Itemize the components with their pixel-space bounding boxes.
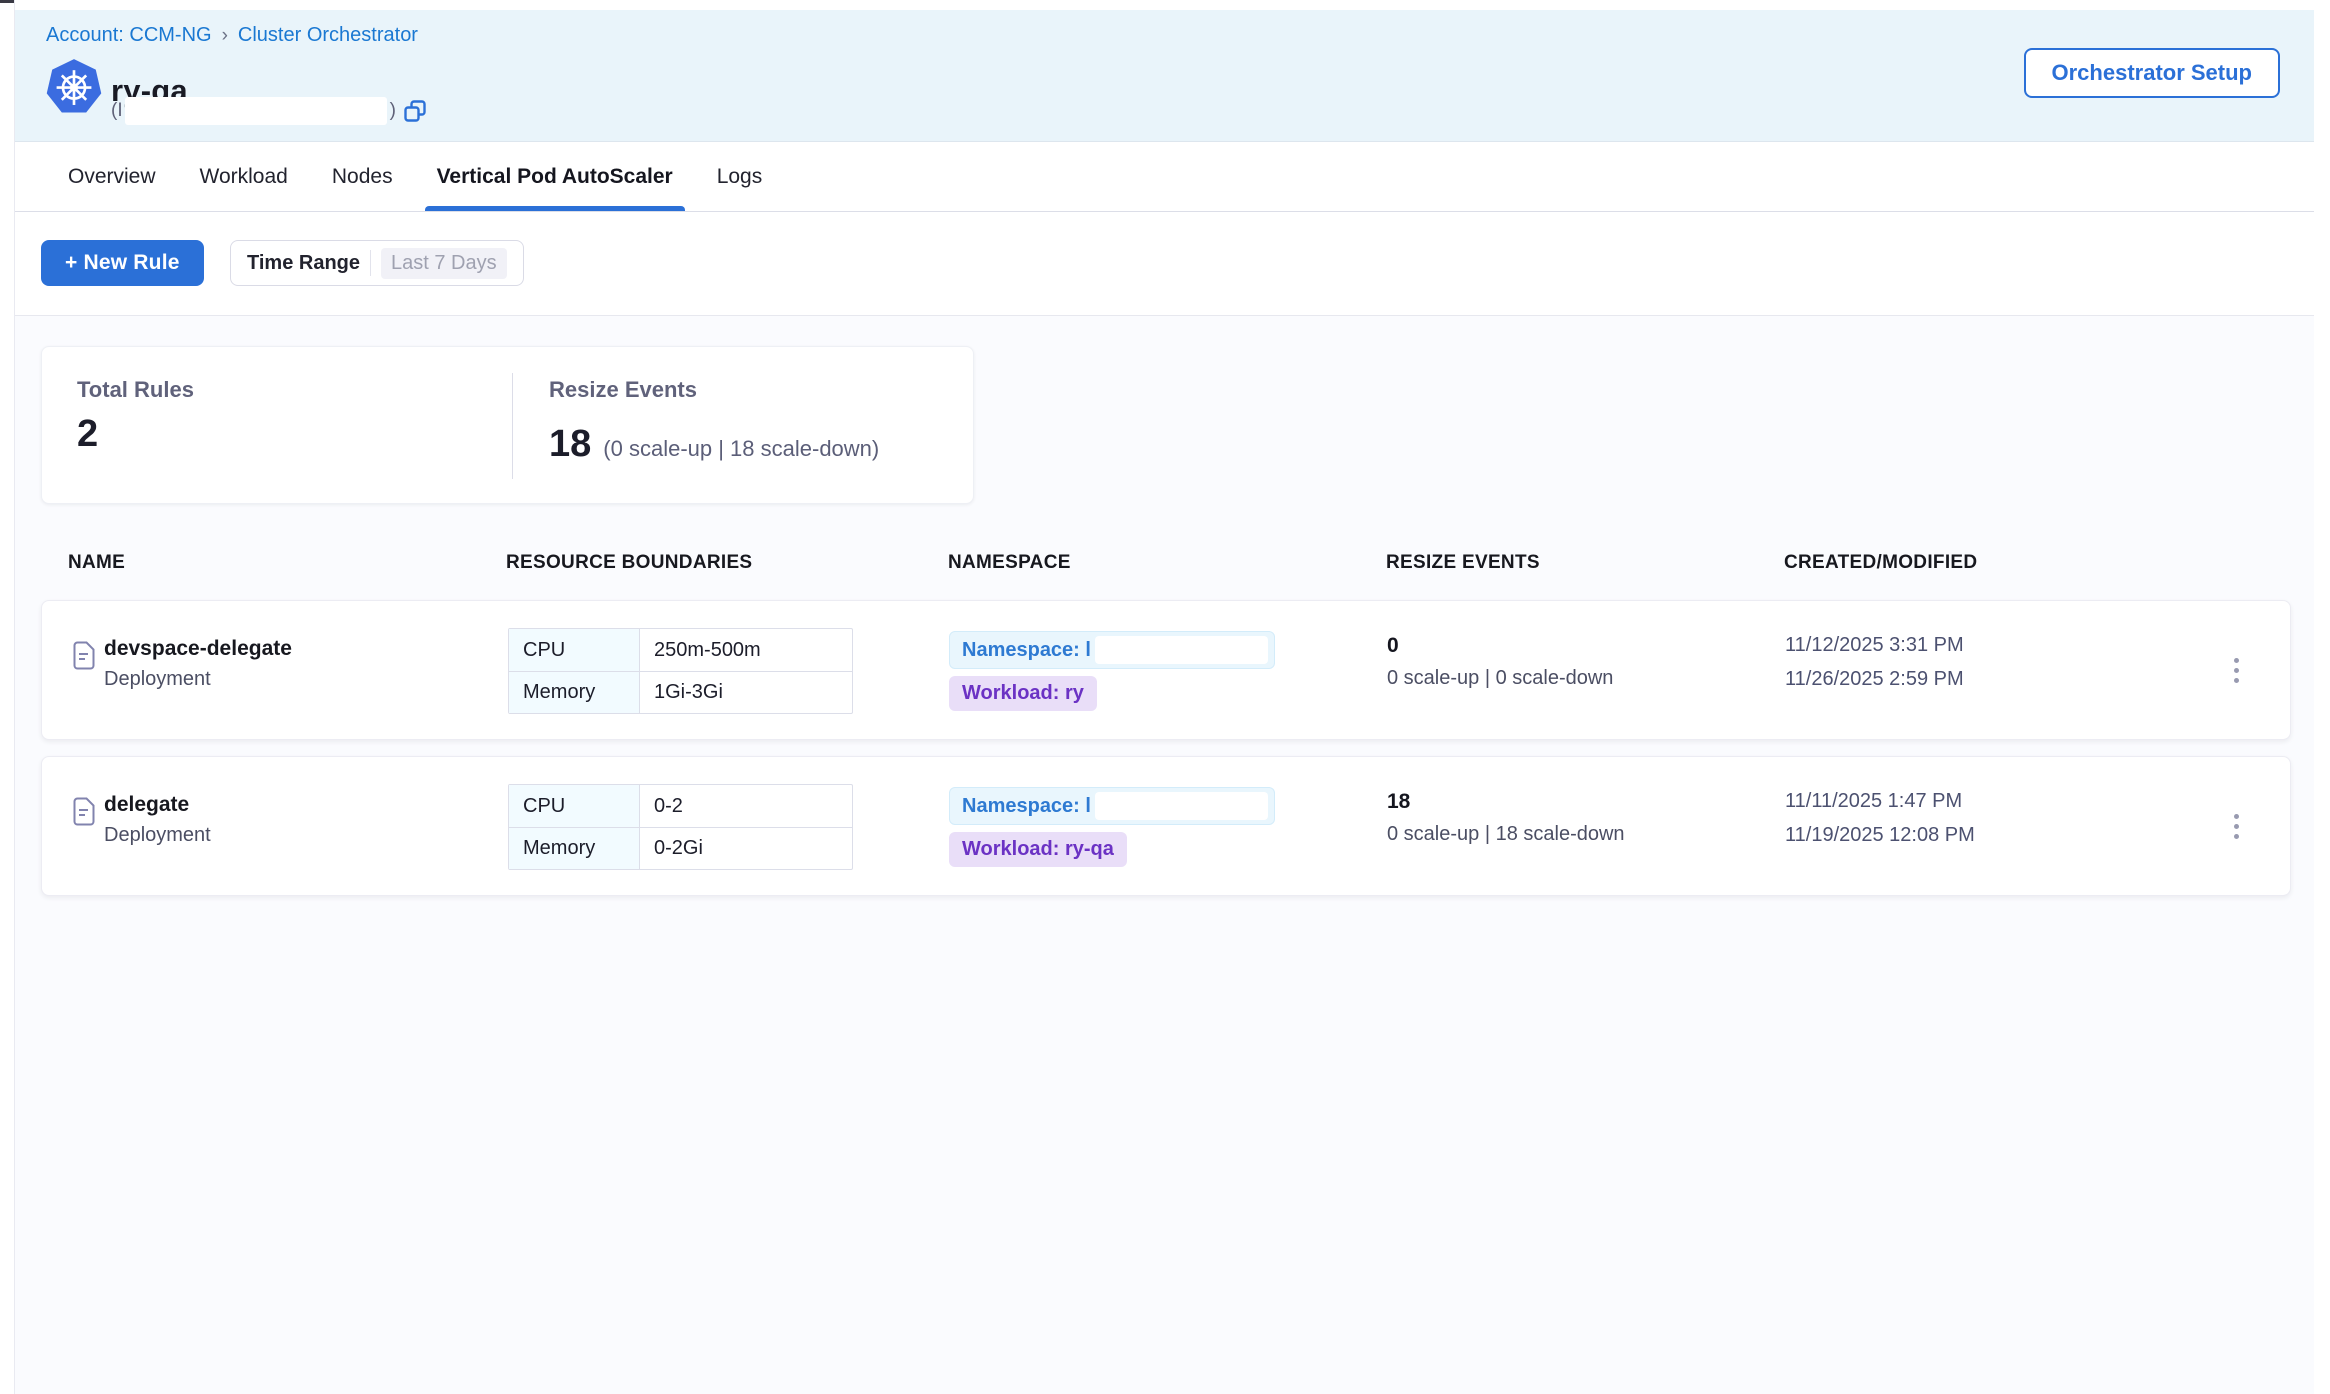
vpa-content: Total Rules 2 Resize Events 18 (0 scale-… [15,316,2314,1394]
boundary-value-memory: 0-2Gi [640,828,852,869]
modified-timestamp: 11/26/2025 2:59 PM [1785,668,1964,691]
tab-label: Vertical Pod AutoScaler [437,165,673,189]
column-header-name: NAME [68,552,125,574]
modified-timestamp: 11/19/2025 12:08 PM [1785,824,1975,847]
time-range-value: Last 7 Days [381,248,507,279]
namespace-chip-label: Namespace: l [962,639,1091,662]
namespace-redacted [1095,792,1268,820]
boundary-label-cpu: CPU [509,785,640,827]
orchestrator-setup-button[interactable]: Orchestrator Setup [2024,48,2281,98]
resource-boundaries-table: CPU 250m-500m Memory 1Gi-3Gi [508,628,853,714]
resize-events-stat: Resize Events 18 (0 scale-up | 18 scale-… [549,377,879,466]
boundary-label-cpu: CPU [509,629,640,671]
resize-events-breakdown: 0 scale-up | 18 scale-down [1387,823,1625,846]
breadcrumb-cluster-orchestrator-link[interactable]: Cluster Orchestrator [238,24,418,47]
active-tab-indicator [425,206,685,211]
tab-overview[interactable]: Overview [56,143,168,211]
time-range-selector[interactable]: Time Range Last 7 Days [230,240,524,286]
stats-divider [512,373,513,479]
resource-boundaries-table: CPU 0-2 Memory 0-2Gi [508,784,853,870]
table-row: devspace-delegate Deployment CPU 250m-50… [41,600,2291,740]
document-icon [72,797,96,826]
created-timestamp: 11/12/2025 3:31 PM [1785,634,1964,657]
page-header: Account: CCM-NG › Cluster Orchestrator r… [15,10,2314,142]
kebab-menu-icon[interactable] [2222,806,2250,846]
toolbar: + New Rule Time Range Last 7 Days [15,212,2314,316]
cluster-id-suffix: ) [390,100,396,122]
namespace-chip: Namespace: l [949,631,1275,669]
namespace-redacted [1095,636,1268,664]
document-icon [72,641,96,670]
cluster-id-redacted [125,97,387,125]
boundary-label-memory: Memory [509,828,640,869]
resize-events-total: 0 [1387,634,1399,658]
rule-kind: Deployment [104,824,211,847]
tab-nodes[interactable]: Nodes [320,143,405,211]
resize-events-total: 18 [1387,790,1410,814]
cluster-orchestrator-page: Account: CCM-NG › Cluster Orchestrator r… [14,0,2314,1394]
table-row: delegate Deployment CPU 0-2 Memory 0-2Gi… [41,756,2291,896]
resize-events-detail: (0 scale-up | 18 scale-down) [603,436,879,462]
boundary-label-memory: Memory [509,672,640,713]
summary-stats-card: Total Rules 2 Resize Events 18 (0 scale-… [41,346,974,504]
chevron-right-icon: › [222,25,228,47]
rule-kind: Deployment [104,668,211,691]
cluster-id-prefix: (I [111,100,123,122]
boundary-value-cpu: 0-2 [640,785,852,827]
namespace-chip: Namespace: l [949,787,1275,825]
rule-name-link[interactable]: delegate [104,793,189,817]
kebab-menu-icon[interactable] [2222,650,2250,690]
resize-events-breakdown: 0 scale-up | 0 scale-down [1387,667,1613,690]
workload-chip: Workload: ry-qa [949,832,1127,867]
time-range-label: Time Range [247,252,360,275]
tab-vertical-pod-autoscaler[interactable]: Vertical Pod AutoScaler [425,143,685,211]
total-rules-label: Total Rules [77,377,194,403]
resize-events-label: Resize Events [549,377,879,403]
column-header-namespace: NAMESPACE [948,552,1071,574]
boundary-value-memory: 1Gi-3Gi [640,672,852,713]
breadcrumb-account-link[interactable]: Account: CCM-NG [46,24,212,47]
created-timestamp: 11/11/2025 1:47 PM [1785,790,1962,813]
resize-events-value: 18 [549,423,591,466]
copy-icon[interactable] [404,99,428,123]
tab-bar: Overview Workload Nodes Vertical Pod Aut… [15,143,2314,212]
workload-chip: Workload: ry [949,676,1097,711]
tab-logs[interactable]: Logs [705,143,775,211]
table-header-row: NAME RESOURCE BOUNDARIES NAMESPACE RESIZ… [15,552,2314,582]
boundary-value-cpu: 250m-500m [640,629,852,671]
breadcrumb: Account: CCM-NG › Cluster Orchestrator [46,24,418,47]
kubernetes-icon [45,58,103,116]
namespace-chip-label: Namespace: l [962,795,1091,818]
column-header-resource-boundaries: RESOURCE BOUNDARIES [506,552,752,574]
time-range-divider [370,250,371,276]
column-header-resize-events: RESIZE EVENTS [1386,552,1540,574]
tab-workload[interactable]: Workload [188,143,300,211]
rule-name-link[interactable]: devspace-delegate [104,637,292,661]
cluster-id-row: (I ) [111,96,428,126]
total-rules-value: 2 [77,413,194,456]
new-rule-button[interactable]: + New Rule [41,240,204,286]
column-header-created-modified: CREATED/MODIFIED [1784,552,1977,574]
total-rules-stat: Total Rules 2 [77,377,194,456]
